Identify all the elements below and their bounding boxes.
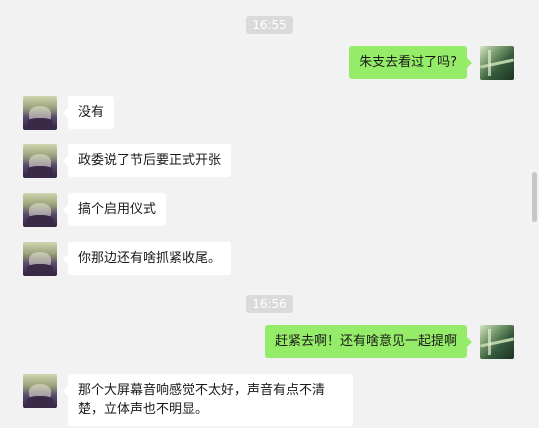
contact-avatar[interactable] [23,374,57,408]
contact-avatar[interactable] [23,144,57,178]
received-message-bubble[interactable]: 没有 [62,96,115,129]
contact-avatar[interactable] [23,242,57,276]
timestamp-divider: 16:56 [0,293,539,313]
contact-avatar[interactable] [23,193,57,227]
received-message-bubble[interactable]: 政委说了节后要正式开张 [62,144,232,177]
my-avatar[interactable] [480,46,514,80]
contact-avatar[interactable] [23,96,57,130]
sent-message-bubble[interactable]: 朱支去看过了吗? [349,46,472,79]
timestamp: 16:56 [246,295,293,313]
sent-message-bubble[interactable]: 赶紧去啊！还有啥意见一起提啊 [264,325,473,358]
my-avatar[interactable] [480,325,514,359]
received-message-bubble[interactable]: 那个大屏幕音响感觉不太好，声音有点不清楚，立体声也不明显。 [63,374,353,426]
scrollbar-thumb[interactable] [532,172,537,222]
timestamp-divider: 16:55 [0,14,539,34]
received-message-bubble[interactable]: 你那边还有啥抓紧收尾。 [62,242,232,275]
received-message-bubble[interactable]: 搞个启用仪式 [62,193,167,226]
chat-area[interactable]: 16:55 朱支去看过了吗? 没有 政委说了节后要正式开张 搞个启用仪式 你那边… [0,0,539,428]
timestamp: 16:55 [246,16,293,34]
